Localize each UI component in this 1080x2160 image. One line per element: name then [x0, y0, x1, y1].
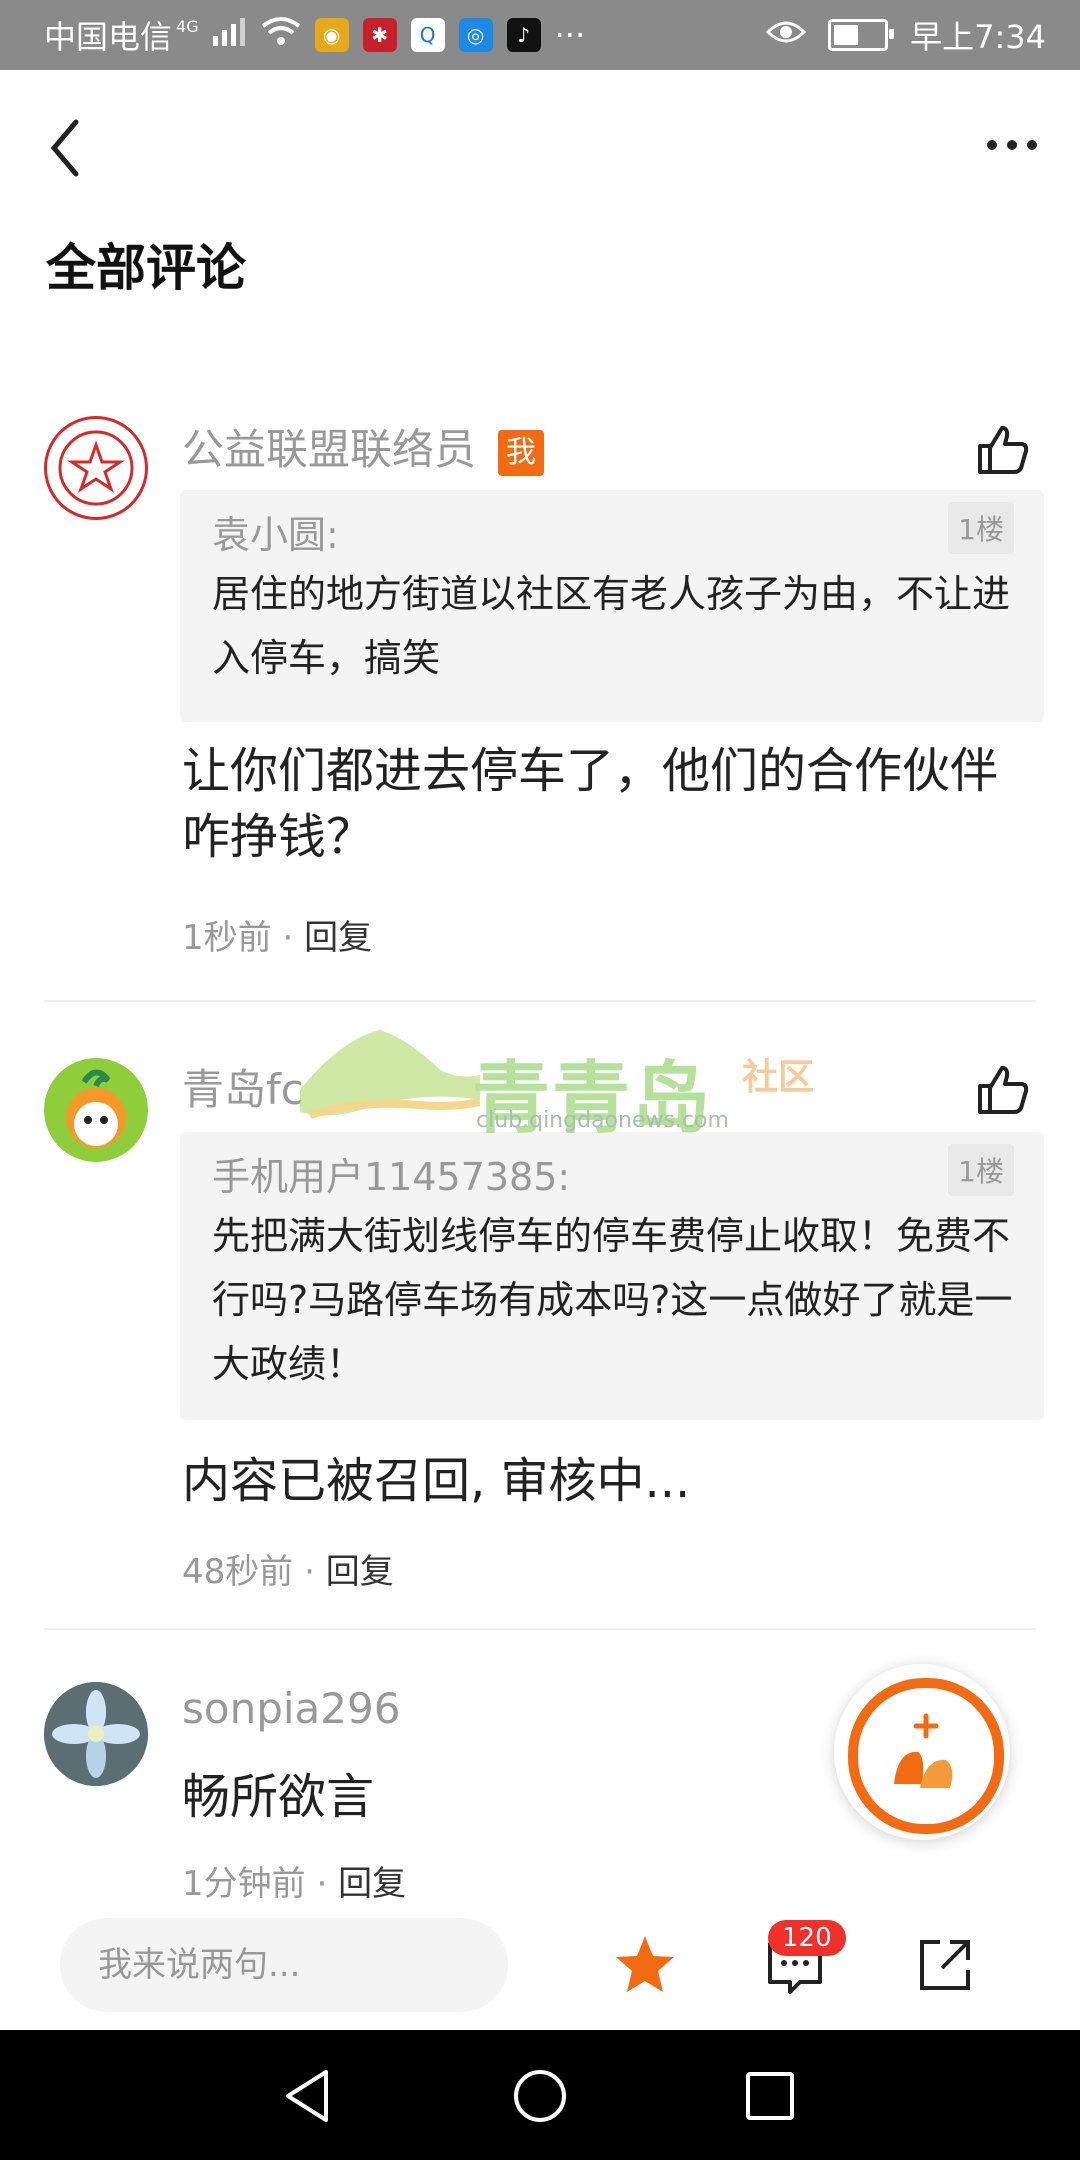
flower-avatar-icon — [44, 1682, 148, 1786]
avatar[interactable] — [44, 416, 148, 520]
avatar[interactable] — [44, 1058, 148, 1162]
fab-ring — [848, 1678, 1004, 1834]
watermark-logo: 青青岛 社区 club.qingdaonews.com — [300, 1020, 860, 1144]
comment-time: 48秒前 — [182, 1552, 294, 1592]
status-bar: 中国电信 4G ◉ ✱ Q ◎ ♪ ··· 早上7:34 — [0, 0, 1080, 70]
weibo-app-icon: ◉ — [314, 18, 349, 52]
circle-home-icon — [514, 2070, 566, 2122]
wifi-icon — [261, 16, 301, 54]
like-button[interactable] — [974, 422, 1030, 478]
reply-button[interactable]: 回复 — [338, 1864, 406, 1904]
clock: 早上7:34 — [910, 18, 1046, 56]
system-navigation-bar — [0, 2030, 1080, 2160]
watermark-suffix: 社区 — [742, 1057, 815, 1098]
quoted-comment[interactable]: 袁小圆: 1楼 居住的地方街道以社区有老人孩子为由，不让进入停车，搞笑 — [180, 490, 1044, 722]
comment-input[interactable]: 我来说两句... — [60, 1918, 508, 2012]
meta-separator: · — [293, 1552, 326, 1592]
app-notification-icon: ◎ — [458, 18, 493, 52]
floor-badge: 1楼 — [948, 1144, 1014, 1196]
plus-shell-icon — [894, 1713, 953, 1788]
triangle-back-icon — [286, 2070, 328, 2122]
comment-text: 让你们都进去停车了，他们的合作伙伴咋挣钱？ — [182, 743, 999, 865]
tiktok-app-icon: ♪ — [506, 18, 541, 52]
chevron-left-icon — [50, 119, 79, 177]
nav-back-button[interactable] — [276, 2064, 340, 2128]
comment-meta: 48秒前 · 回复 — [182, 1544, 394, 1593]
bottom-action-bar: 我来说两句... 120 — [0, 1900, 1080, 2030]
search-app-icon: Q — [410, 18, 445, 52]
more-notifications-icon: ··· — [554, 16, 586, 54]
cartoon-avatar-icon — [66, 1069, 126, 1148]
comment-username[interactable]: 青岛fc — [182, 1056, 304, 1117]
thumbs-up-icon — [978, 426, 1029, 474]
reply-button[interactable]: 回复 — [304, 918, 372, 958]
more-options-button[interactable] — [982, 125, 1042, 165]
floating-action-button[interactable] — [834, 1664, 1010, 1840]
favorite-button[interactable] — [610, 1930, 680, 2000]
divider — [44, 1000, 1036, 1002]
like-button[interactable] — [974, 1062, 1030, 1118]
quoted-text: 居住的地方街道以社区有老人孩子为由，不让进入停车，搞笑 — [212, 572, 1011, 680]
me-tag: 我 — [498, 429, 545, 476]
comment-meta: 1秒前 · 回复 — [182, 910, 372, 959]
app-notification-icon: ✱ — [362, 18, 397, 52]
signal-icon — [212, 16, 247, 54]
nav-home-button[interactable] — [508, 2064, 572, 2128]
share-icon — [920, 1940, 970, 1990]
seal-avatar-icon — [58, 430, 134, 506]
reply-button[interactable]: 回复 — [326, 1552, 394, 1592]
star-icon — [616, 1936, 674, 1992]
carrier-name: 中国电信 — [44, 18, 173, 56]
watermark-url: club.qingdaonews.com — [476, 1108, 729, 1133]
comment-username[interactable]: sonpia296 — [182, 1684, 400, 1733]
meta-separator: · — [271, 918, 305, 958]
meta-separator: · — [305, 1864, 339, 1904]
network-type: 4G — [176, 16, 199, 36]
quoted-text: 先把满大街划线停车的停车费停止收取！免费不行吗?马路停车场有成本吗?这一点做好了… — [212, 1214, 1013, 1386]
comment-count-badge: 120 — [768, 1920, 846, 1956]
quoted-username: 手机用户11457385: — [212, 1155, 571, 1199]
quoted-comment[interactable]: 手机用户11457385: 1楼 先把满大街划线停车的停车费停止收取！免费不行吗… — [180, 1132, 1044, 1420]
username-text: 公益联盟联络员 — [182, 425, 477, 474]
thumbs-up-icon — [978, 1066, 1029, 1114]
mountain-logo-icon — [300, 1030, 481, 1119]
quoted-username: 袁小圆: — [212, 513, 339, 557]
square-recents-icon — [746, 2072, 794, 2120]
comment-time: 1秒前 — [182, 918, 272, 958]
comment-username[interactable]: 公益联盟联络员我 — [182, 416, 545, 477]
nav-recents-button[interactable] — [738, 2064, 802, 2128]
divider — [44, 1628, 1036, 1630]
page-title: 全部评论 — [46, 239, 246, 297]
more-dots-icon — [987, 140, 1037, 150]
floor-badge: 1楼 — [948, 502, 1014, 554]
eye-comfort-icon — [766, 16, 807, 54]
comment-text: 内容已被召回, 审核中... — [182, 1453, 691, 1509]
battery-icon — [828, 19, 895, 51]
avatar[interactable] — [44, 1682, 148, 1786]
comment-meta: 1分钟前 · 回复 — [182, 1856, 406, 1905]
comment-time: 1分钟前 — [182, 1864, 306, 1904]
back-button[interactable] — [40, 112, 100, 182]
share-button[interactable] — [910, 1930, 980, 2000]
